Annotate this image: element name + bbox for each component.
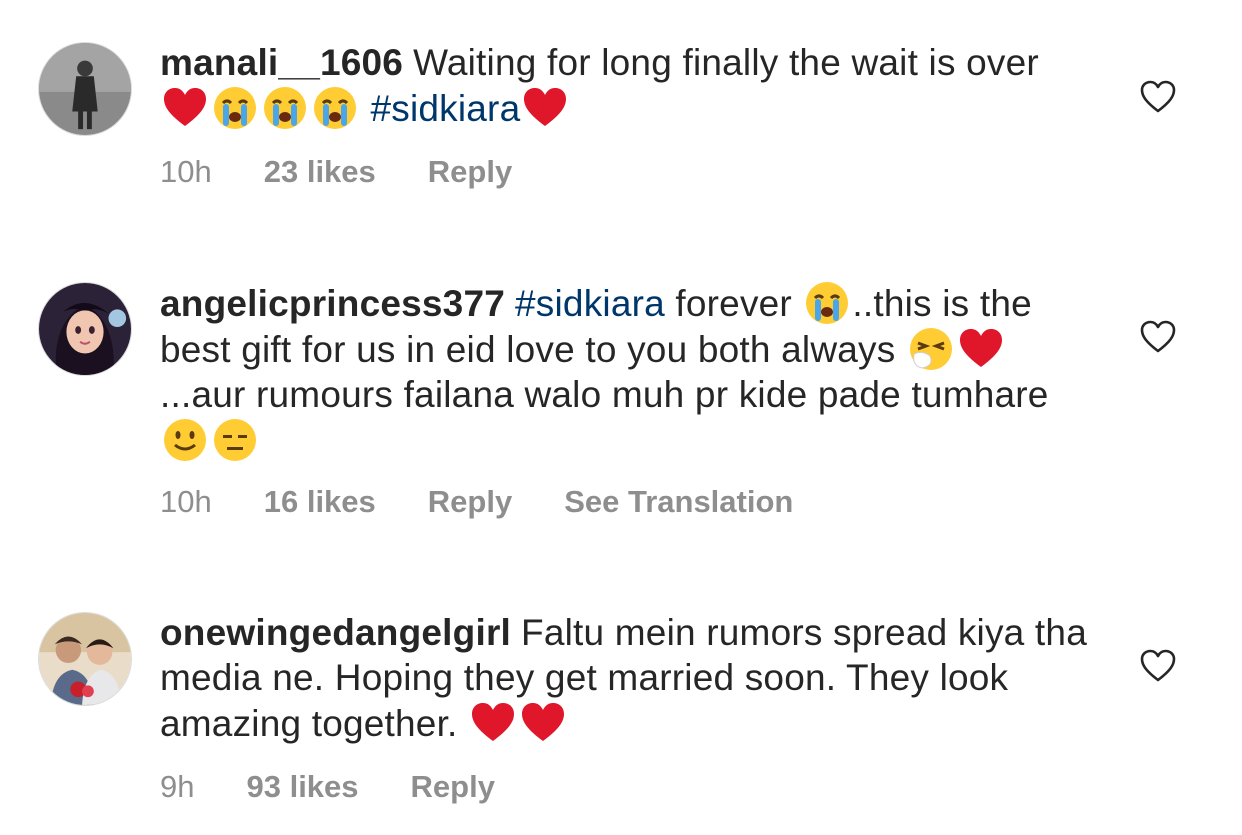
like-heart-icon[interactable] (1140, 649, 1176, 683)
username[interactable]: angelicprincess377 (160, 283, 505, 324)
likes-count[interactable]: 23 likes (264, 154, 376, 190)
username[interactable]: onewingedangelgirl (160, 612, 511, 653)
crying-face-emoji-icon (262, 85, 308, 131)
sneezing-face-emoji-icon (908, 326, 954, 372)
avatar[interactable] (38, 42, 132, 136)
red-heart-emoji-icon (162, 85, 208, 131)
hashtag-link[interactable]: #sidkiara (515, 283, 665, 324)
reply-button[interactable]: Reply (428, 484, 512, 520)
comment-text: onewingedangelgirl Faltu mein rumors spre… (160, 610, 1090, 746)
crying-face-emoji-icon (212, 85, 258, 131)
comment-time: 10h (160, 484, 212, 519)
reply-button[interactable]: Reply (428, 154, 512, 190)
avatar[interactable] (38, 612, 132, 706)
slightly-smiling-face-emoji-icon (162, 417, 208, 463)
avatar[interactable] (38, 282, 132, 376)
likes-count[interactable]: 93 likes (246, 769, 358, 805)
crying-face-emoji-icon (312, 85, 358, 131)
crying-face-emoji-icon (804, 280, 850, 326)
like-heart-icon[interactable] (1140, 320, 1176, 354)
red-heart-emoji-icon (520, 700, 566, 746)
comment-text: manali__1606 Waiting for long finally the… (160, 40, 1090, 131)
reply-button[interactable]: Reply (411, 769, 495, 805)
hashtag-link[interactable]: #sidkiara (370, 88, 520, 129)
comment-meta: 10h 16 likes Reply See Translation (160, 484, 793, 520)
comment-body: forever (664, 283, 803, 324)
red-heart-emoji-icon (470, 700, 516, 746)
comment-body: Waiting for long finally the wait is ove… (413, 42, 1039, 83)
comment-time: 10h (160, 154, 212, 189)
comment-text: angelicprincess377 #sidkiara forever ..th… (160, 280, 1090, 463)
likes-count[interactable]: 16 likes (264, 484, 376, 520)
comment-body: ...aur rumours failana walo muh pr kide … (160, 374, 1049, 415)
username[interactable]: manali__1606 (160, 42, 403, 83)
like-heart-icon[interactable] (1140, 80, 1176, 114)
expressionless-face-emoji-icon (212, 417, 258, 463)
see-translation-button[interactable]: See Translation (564, 484, 793, 520)
comment-meta: 9h 93 likes Reply (160, 769, 495, 805)
red-heart-emoji-icon (522, 85, 568, 131)
red-heart-emoji-icon (958, 326, 1004, 372)
comment-meta: 10h 23 likes Reply (160, 154, 512, 190)
comment-time: 9h (160, 769, 195, 804)
